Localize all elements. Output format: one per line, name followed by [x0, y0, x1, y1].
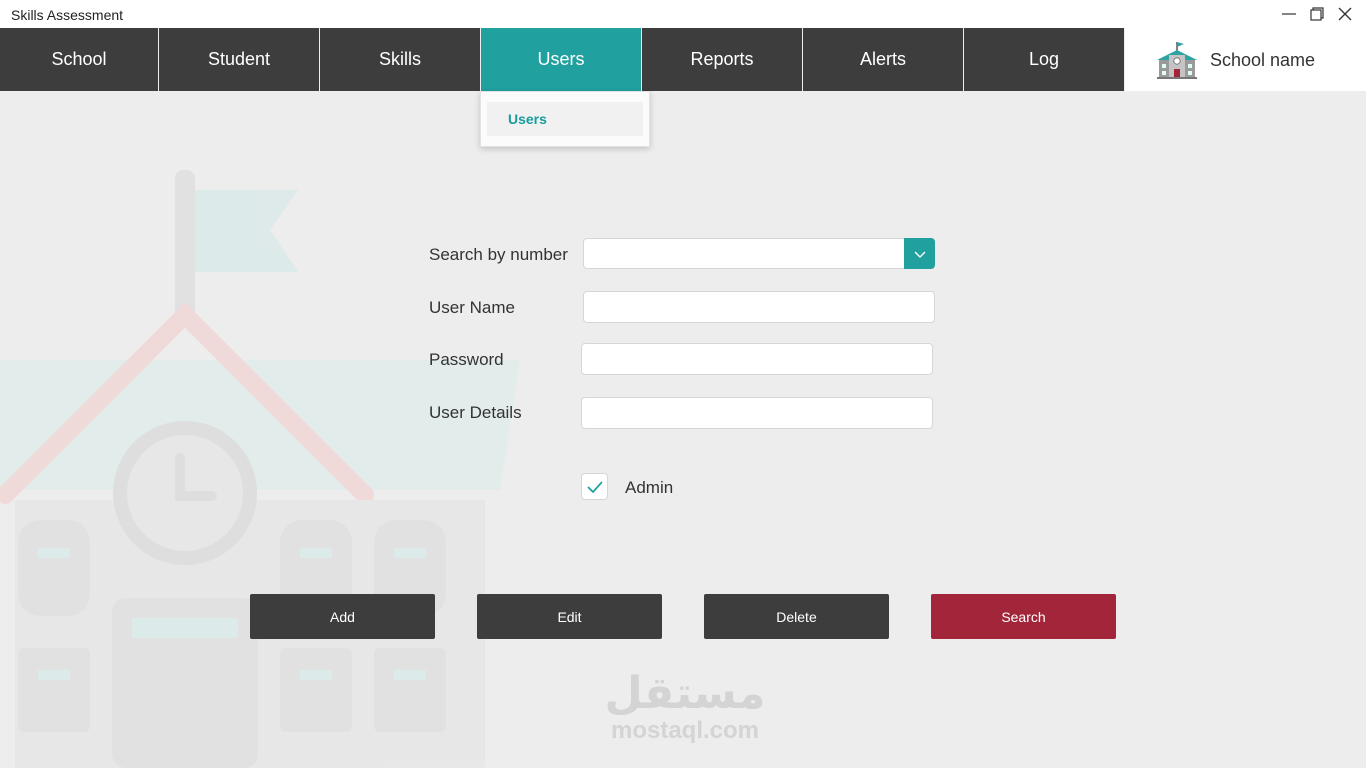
search-by-number-dropdown-button[interactable] [904, 238, 935, 269]
user-details-label: User Details [429, 403, 522, 422]
watermark-url-text: mostaql.com [610, 717, 760, 744]
school-name: School name [1210, 50, 1316, 70]
minimize-icon[interactable] [1280, 5, 1298, 23]
nav-tab-alerts[interactable]: Alerts [803, 28, 963, 91]
password-label: Password [429, 350, 504, 369]
search-button[interactable]: Search [931, 594, 1116, 639]
title-bar: Skills Assessment [0, 0, 1366, 28]
nav-tab-student[interactable]: Student [159, 28, 319, 91]
password-input[interactable] [581, 343, 933, 375]
add-button[interactable]: Add [250, 594, 435, 639]
school-building-icon [1157, 42, 1197, 79]
maximize-icon[interactable] [1308, 5, 1326, 23]
search-by-number-value[interactable] [583, 238, 905, 269]
search-by-number-select[interactable] [583, 238, 935, 269]
delete-button[interactable]: Delete [704, 594, 889, 639]
admin-checkbox[interactable] [581, 473, 608, 500]
chevron-down-icon [914, 251, 925, 258]
checkmark-icon [586, 480, 603, 493]
user-details-input[interactable] [581, 397, 933, 429]
user-name-label: User Name [429, 298, 515, 317]
users-dropdown-menu: Users [480, 91, 650, 147]
nav-tab-users[interactable]: Users [481, 28, 641, 91]
edit-button[interactable]: Edit [477, 594, 662, 639]
nav-tab-skills[interactable]: Skills [320, 28, 480, 91]
school-brand: School name [1125, 28, 1366, 91]
nav-tab-reports[interactable]: Reports [642, 28, 802, 91]
nav-tab-log[interactable]: Log [964, 28, 1124, 91]
user-name-input[interactable] [583, 291, 935, 323]
close-icon[interactable] [1336, 5, 1354, 23]
window-title: Skills Assessment [11, 7, 124, 23]
admin-label[interactable]: Admin [625, 478, 673, 498]
watermark-arabic-text: مستقل [604, 668, 766, 719]
nav-tab-school[interactable]: School [0, 28, 158, 91]
main-nav: School Student Skills Users Reports Aler… [0, 28, 1366, 91]
dropdown-item-users[interactable]: Users [487, 102, 643, 136]
watermark: مستقل mostaql.com [600, 670, 770, 744]
search-by-number-label: Search by number [429, 245, 568, 264]
